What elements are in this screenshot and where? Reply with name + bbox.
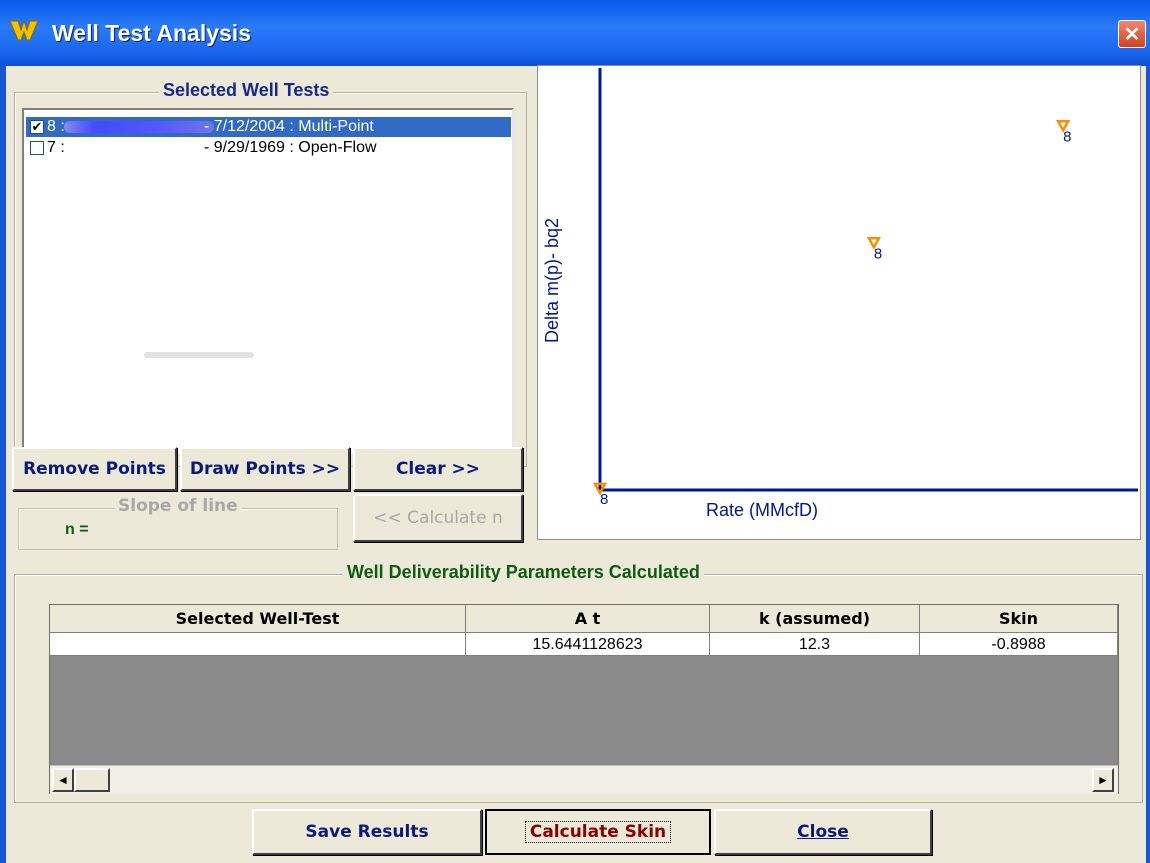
close-button[interactable]: Close [714, 809, 932, 855]
scroll-right-icon[interactable]: ► [1092, 768, 1114, 792]
window-frame-right [1146, 66, 1150, 863]
cell-skin[interactable]: -0.8988 [920, 633, 1118, 656]
y-axis-label: Delta m(p)- bq2 [542, 218, 562, 343]
slope-group: Slope of line n = [18, 496, 338, 550]
col-header-test[interactable]: Selected Well-Test [50, 605, 466, 633]
calculate-skin-label: Calculate Skin [524, 821, 672, 843]
redacted-name [64, 121, 214, 133]
slope-title: Slope of line [115, 496, 241, 516]
title-bar[interactable]: Well Test Analysis [0, 0, 1150, 66]
col-header-skin[interactable]: Skin [920, 605, 1118, 633]
deliverability-chart: Rate (MMcfD) Delta m(p)- bq2 8 8 8 [537, 65, 1141, 540]
test-id: 7 : [47, 139, 65, 156]
smudge-mark [144, 352, 254, 358]
draw-points-button[interactable]: Draw Points >> [180, 447, 350, 491]
data-point-label: 8 [874, 245, 882, 262]
remove-points-button[interactable]: Remove Points [12, 447, 177, 491]
results-title: Well Deliverability Parameters Calculate… [343, 562, 704, 583]
selected-tests-title: Selected Well Tests [159, 80, 334, 101]
data-point-label: 8 [600, 491, 608, 508]
scroll-left-icon[interactable]: ◄ [52, 768, 74, 792]
clear-button[interactable]: Clear >> [353, 447, 523, 491]
cell-k[interactable]: 12.3 [710, 633, 920, 656]
calculate-skin-button[interactable]: Calculate Skin [485, 809, 711, 855]
cell-at[interactable]: 15.6441128623 [466, 633, 710, 656]
horizontal-scrollbar[interactable]: ◄ ► [50, 765, 1118, 794]
list-item[interactable]: ✔ 8 : - 7/12/2004 : Multi-Point [26, 117, 511, 137]
close-window-button[interactable] [1118, 20, 1146, 48]
slope-n-label: n = [65, 521, 89, 538]
window-frame-left [0, 66, 6, 863]
list-item[interactable]: 7 : - 9/29/1969 : Open-Flow [26, 138, 511, 158]
checkbox-checked[interactable]: ✔ [30, 120, 44, 134]
data-point-label: 8 [1063, 128, 1071, 145]
chart-svg: Rate (MMcfD) Delta m(p)- bq2 8 8 8 [542, 68, 1138, 520]
test-desc: - 7/12/2004 : Multi-Point [204, 118, 374, 135]
save-results-button[interactable]: Save Results [252, 809, 482, 855]
scroll-thumb[interactable] [74, 768, 110, 792]
x-axis-label: Rate (MMcfD) [706, 500, 818, 520]
app-logo-icon [9, 19, 39, 41]
results-grid[interactable]: Selected Well-Test A t k (assumed) Skin … [49, 604, 1119, 794]
window-title: Well Test Analysis [52, 20, 251, 46]
col-header-k[interactable]: k (assumed) [710, 605, 920, 633]
window: Well Test Analysis Selected Well Tests ✔… [0, 0, 1150, 863]
col-header-at[interactable]: A t [466, 605, 710, 633]
cell-test[interactable] [50, 633, 466, 656]
checkbox-unchecked[interactable] [30, 141, 44, 155]
test-desc: - 9/29/1969 : Open-Flow [204, 139, 377, 156]
test-id: 8 : [47, 118, 65, 135]
well-tests-list[interactable]: ✔ 8 : - 7/12/2004 : Multi-Point 7 : - 9/… [22, 108, 514, 456]
close-button-label: Close [797, 822, 849, 842]
calculate-n-button[interactable]: << Calculate n [353, 494, 523, 542]
